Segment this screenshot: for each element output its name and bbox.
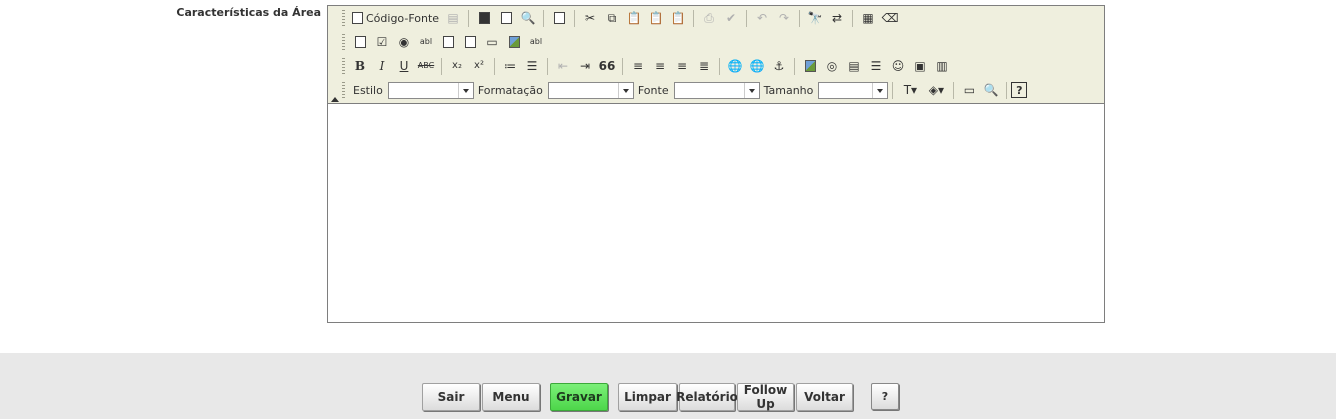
source-label: Código-Fonte xyxy=(366,11,440,25)
size-select[interactable] xyxy=(818,81,889,99)
toolbar-grip[interactable] xyxy=(342,57,345,75)
hidden-field-icon[interactable]: abl xyxy=(525,31,547,53)
chevron-down-icon xyxy=(743,82,759,98)
toolbar-grip[interactable] xyxy=(342,33,345,51)
blockquote-icon[interactable]: 66 xyxy=(596,55,618,77)
undo-icon[interactable]: ↶ xyxy=(751,7,773,29)
follow-up-button[interactable]: Follow Up xyxy=(737,383,794,411)
replace-icon[interactable]: ⇄ xyxy=(826,7,848,29)
horizontal-rule-icon[interactable]: ☰ xyxy=(865,55,887,77)
field-label: Características da Área xyxy=(176,6,321,19)
chevron-down-icon xyxy=(872,82,888,98)
textarea-icon[interactable] xyxy=(437,31,459,53)
font-label: Fonte xyxy=(637,83,669,97)
paste-word-icon[interactable]: 📋 xyxy=(667,7,689,29)
bg-color-icon[interactable]: ◈▾ xyxy=(923,79,949,101)
underline-button[interactable]: U xyxy=(393,55,415,77)
menu-button[interactable]: Menu xyxy=(482,383,540,411)
editor-toolbar: Código-Fonte ▤ 🔍 ✂ ⧉ 📋 📋 📋 ⎙ ✔ ↶ ↷ 🔭 ⇄ ▦… xyxy=(328,6,1104,104)
size-label: Tamanho xyxy=(763,83,814,97)
print-icon[interactable]: ⎙ xyxy=(698,7,720,29)
textfield-icon[interactable]: abl xyxy=(415,31,437,53)
new-page-icon[interactable] xyxy=(495,7,517,29)
font-select[interactable] xyxy=(673,81,760,99)
special-char-icon[interactable]: ▣ xyxy=(909,55,931,77)
redo-icon[interactable]: ↷ xyxy=(773,7,795,29)
save-button[interactable]: Gravar xyxy=(550,383,608,411)
chevron-down-icon xyxy=(457,82,473,98)
show-blocks-icon[interactable]: 🔍 xyxy=(980,79,1002,101)
templates-icon[interactable] xyxy=(548,7,570,29)
remove-format-icon[interactable]: ⌫ xyxy=(879,7,901,29)
table-icon[interactable]: ▤ xyxy=(843,55,865,77)
style-select[interactable] xyxy=(387,81,474,99)
smiley-icon[interactable]: ☺ xyxy=(887,55,909,77)
anchor-icon[interactable]: ⚓ xyxy=(768,55,790,77)
chevron-down-icon xyxy=(617,82,633,98)
flash-icon[interactable]: ◎ xyxy=(821,55,843,77)
footer-button-row: Sair Menu Gravar Limpar Relatório Follow… xyxy=(422,383,855,411)
save-icon[interactable] xyxy=(473,7,495,29)
editor-content-area[interactable] xyxy=(328,104,1104,322)
cut-icon[interactable]: ✂ xyxy=(579,7,601,29)
format-select[interactable] xyxy=(547,81,634,99)
toolbar-grip[interactable] xyxy=(342,9,345,27)
select-field-icon[interactable] xyxy=(459,31,481,53)
indent-icon[interactable]: ⇥ xyxy=(574,55,596,77)
find-icon[interactable]: 🔭 xyxy=(804,7,826,29)
form-icon[interactable] xyxy=(349,31,371,53)
justify-icon[interactable]: ≣ xyxy=(693,55,715,77)
bold-button[interactable]: B xyxy=(349,55,371,77)
strike-button[interactable]: ABC xyxy=(415,55,437,77)
paste-icon[interactable]: 📋 xyxy=(623,7,645,29)
toolbar-grip[interactable] xyxy=(342,81,345,99)
superscript-icon[interactable]: x² xyxy=(468,55,490,77)
spellcheck-icon[interactable]: ✔ xyxy=(720,7,742,29)
align-right-icon[interactable]: ≡ xyxy=(671,55,693,77)
subscript-icon[interactable]: x₂ xyxy=(446,55,468,77)
back-button[interactable]: Voltar xyxy=(796,383,853,411)
copy-icon[interactable]: ⧉ xyxy=(601,7,623,29)
select-all-icon[interactable]: ▦ xyxy=(857,7,879,29)
unlink-icon[interactable]: 🌐 xyxy=(746,55,768,77)
align-left-icon[interactable]: ≡ xyxy=(627,55,649,77)
text-color-icon[interactable]: T▾ xyxy=(897,79,923,101)
help-button[interactable]: ? xyxy=(871,383,899,410)
numbered-list-icon[interactable]: ≔ xyxy=(499,55,521,77)
checkbox-icon[interactable]: ☑ xyxy=(371,31,393,53)
rich-text-editor: Código-Fonte ▤ 🔍 ✂ ⧉ 📋 📋 📋 ⎙ ✔ ↶ ↷ 🔭 ⇄ ▦… xyxy=(327,5,1105,323)
preview-template-icon[interactable]: ▤ xyxy=(442,7,464,29)
button-field-icon[interactable]: ▭ xyxy=(481,31,503,53)
radio-icon[interactable]: ◉ xyxy=(393,31,415,53)
bulleted-list-icon[interactable]: ☰ xyxy=(521,55,543,77)
paste-text-icon[interactable]: 📋 xyxy=(645,7,667,29)
about-icon[interactable]: ? xyxy=(1011,82,1028,98)
maximize-icon[interactable]: ▭ xyxy=(958,79,980,101)
clear-button[interactable]: Limpar xyxy=(618,383,677,411)
image-button-icon[interactable] xyxy=(503,31,525,53)
collapse-toolbar-icon[interactable] xyxy=(331,97,339,102)
exit-button[interactable]: Sair xyxy=(422,383,480,411)
source-icon xyxy=(352,12,363,24)
report-button[interactable]: Relatório xyxy=(676,383,738,411)
page-break-icon[interactable]: ▥ xyxy=(931,55,953,77)
style-label: Estilo xyxy=(353,83,383,97)
image-icon[interactable] xyxy=(799,55,821,77)
italic-button[interactable]: I xyxy=(371,55,393,77)
align-center-icon[interactable]: ≡ xyxy=(649,55,671,77)
link-icon[interactable]: 🌐 xyxy=(724,55,746,77)
format-label: Formatação xyxy=(477,83,543,97)
outdent-icon[interactable]: ⇤ xyxy=(552,55,574,77)
source-button[interactable]: Código-Fonte xyxy=(349,7,442,29)
preview-icon[interactable]: 🔍 xyxy=(517,7,539,29)
